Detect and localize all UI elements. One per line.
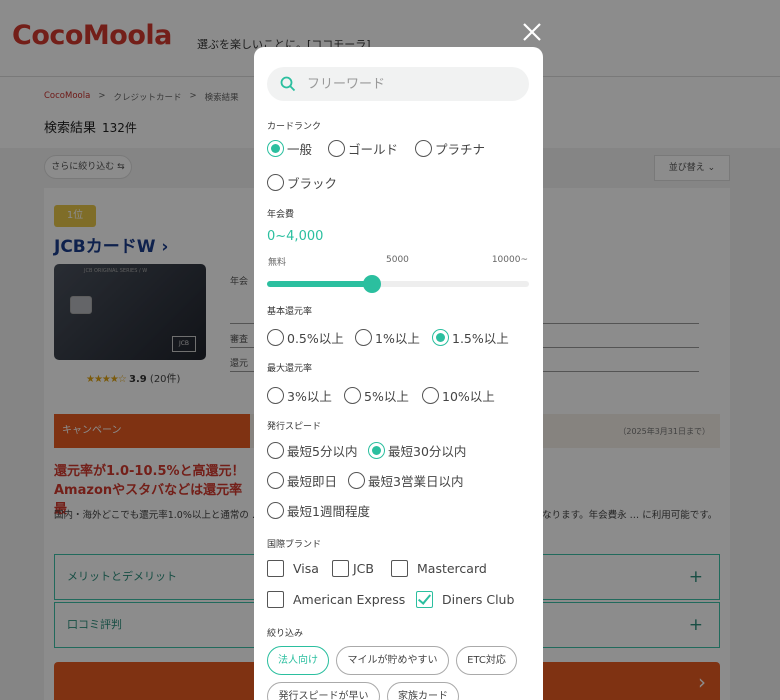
radio-icon: [267, 329, 284, 346]
option-label: 最短5分以内: [287, 444, 358, 459]
scale-mid: 5000: [386, 255, 409, 265]
option-label: 10%以上: [442, 389, 495, 404]
rank-option-black[interactable]: ブラック: [267, 173, 337, 192]
search-icon: [280, 76, 296, 92]
option-label: Visa: [293, 561, 319, 576]
checkbox-icon: [332, 560, 349, 577]
speed-option-30min[interactable]: 最短30分以内: [368, 441, 466, 460]
radio-icon: [328, 140, 345, 157]
option-label: 3%以上: [287, 389, 332, 404]
option-label: プラチナ: [435, 142, 486, 157]
brand-option-jcb[interactable]: JCB: [332, 560, 374, 577]
option-label: ゴールド: [348, 142, 399, 157]
rank-option-general[interactable]: 一般: [267, 139, 312, 158]
annual-fee-value: 0~4,000: [267, 229, 324, 244]
brand-option-amex[interactable]: American Express: [267, 591, 405, 608]
narrow-label: 絞り込み: [267, 629, 304, 639]
chip-corporate[interactable]: 法人向け: [267, 646, 329, 675]
base-rate-option-1[interactable]: 1%以上: [355, 328, 420, 347]
chip-family-card[interactable]: 家族カード: [387, 682, 459, 700]
radio-icon: [267, 174, 284, 191]
chip-etc[interactable]: ETC対応: [456, 646, 517, 675]
option-label: 最短30分以内: [388, 444, 467, 459]
radio-icon: [267, 140, 284, 157]
card-rank-label: カードランク: [267, 122, 322, 132]
close-icon: [523, 23, 541, 41]
radio-icon: [355, 329, 372, 346]
radio-icon: [344, 387, 361, 404]
scale-min: 無料: [268, 258, 287, 268]
issue-speed-label: 発行スピード: [267, 422, 322, 432]
radio-icon: [415, 140, 432, 157]
base-rate-option-0-5[interactable]: 0.5%以上: [267, 328, 344, 347]
option-label: 最短3営業日以内: [368, 474, 464, 489]
speed-option-same-day[interactable]: 最短即日: [267, 471, 337, 490]
max-rate-option-10[interactable]: 10%以上: [422, 386, 495, 405]
brand-option-mastercard[interactable]: Mastercard: [391, 560, 487, 577]
checkbox-icon: [416, 591, 433, 608]
base-rate-option-1-5[interactable]: 1.5%以上: [432, 328, 509, 347]
radio-icon: [267, 502, 284, 519]
slider-fill: [267, 281, 372, 287]
checkbox-icon: [391, 560, 408, 577]
rank-option-platinum[interactable]: プラチナ: [415, 139, 485, 158]
radio-icon: [267, 472, 284, 489]
annual-fee-slider[interactable]: [267, 275, 529, 293]
option-label: 1.5%以上: [452, 331, 509, 346]
rank-option-gold[interactable]: ゴールド: [328, 139, 398, 158]
checkbox-icon: [267, 591, 284, 608]
radio-icon: [267, 442, 284, 459]
brand-option-visa[interactable]: Visa: [267, 560, 319, 577]
filter-modal: カードランク 一般 ゴールド プラチナ ブラック 年会費 0~4,000 無料 …: [254, 47, 543, 700]
chip-miles[interactable]: マイルが貯めやすい: [336, 646, 449, 675]
brand-label: 国際ブランド: [267, 540, 322, 550]
radio-icon: [432, 329, 449, 346]
scale-max: 10000~: [491, 255, 528, 265]
checkbox-icon: [267, 560, 284, 577]
annual-fee-label: 年会費: [267, 210, 295, 220]
max-rate-label: 最大還元率: [267, 364, 313, 374]
option-label: Mastercard: [417, 561, 487, 576]
option-label: American Express: [293, 592, 406, 607]
search-input[interactable]: [307, 67, 517, 101]
option-label: JCB: [353, 561, 374, 576]
option-label: 0.5%以上: [287, 331, 344, 346]
option-label: 最短1週間程度: [287, 504, 370, 519]
base-rate-label: 基本還元率: [267, 307, 313, 317]
option-label: Diners Club: [442, 592, 515, 607]
chip-fast-issue[interactable]: 発行スピードが早い: [267, 682, 380, 700]
option-label: 一般: [287, 142, 313, 157]
brand-option-diners[interactable]: Diners Club: [416, 591, 514, 608]
radio-icon: [267, 387, 284, 404]
speed-option-5min[interactable]: 最短5分以内: [267, 441, 357, 460]
max-rate-option-3[interactable]: 3%以上: [267, 386, 332, 405]
option-label: 最短即日: [287, 474, 338, 489]
speed-option-3days[interactable]: 最短3営業日以内: [348, 471, 463, 490]
max-rate-option-5[interactable]: 5%以上: [344, 386, 409, 405]
radio-icon: [368, 442, 385, 459]
radio-icon: [422, 387, 439, 404]
option-label: 1%以上: [375, 331, 420, 346]
slider-thumb[interactable]: [362, 275, 381, 293]
radio-icon: [348, 472, 365, 489]
option-label: 5%以上: [364, 389, 409, 404]
search-box[interactable]: [267, 67, 529, 101]
option-label: ブラック: [287, 176, 338, 191]
speed-option-1week[interactable]: 最短1週間程度: [267, 501, 370, 520]
close-button[interactable]: [520, 20, 544, 44]
